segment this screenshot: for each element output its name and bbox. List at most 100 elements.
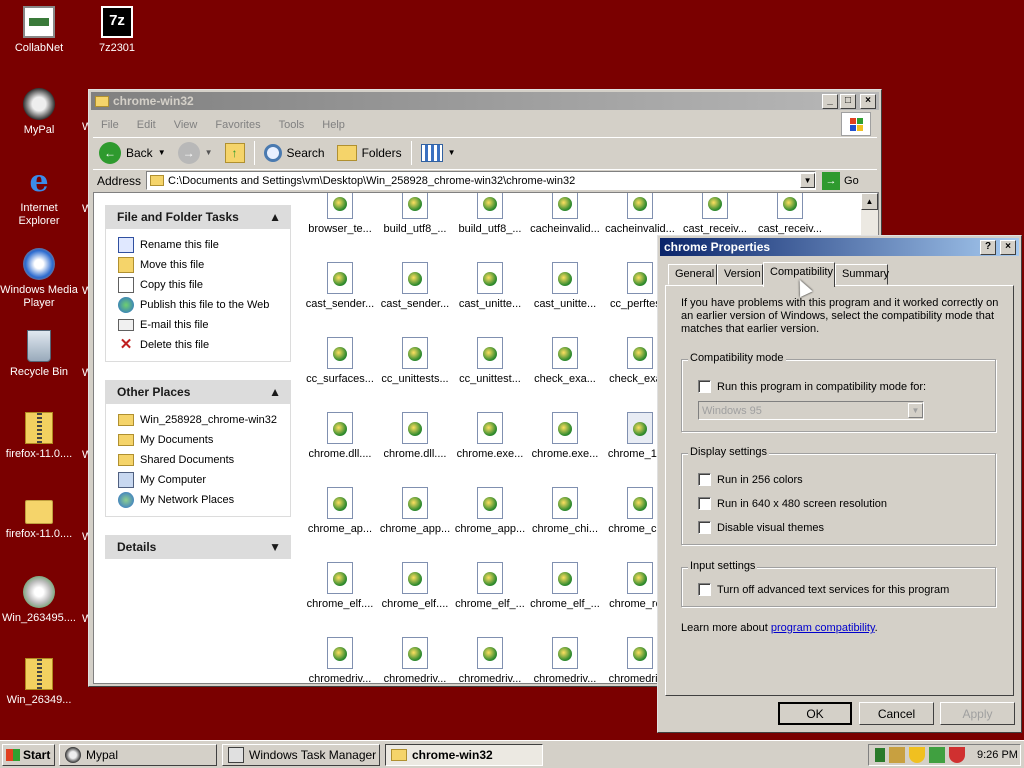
email-file-link[interactable]: E-mail this file xyxy=(118,315,290,335)
taskbar-item-chrome-win32[interactable]: chrome-win32 xyxy=(385,744,543,766)
address-field[interactable]: C:\Documents and Settings\vm\Desktop\Win… xyxy=(146,171,817,190)
file-item[interactable]: chrome.exe... xyxy=(528,412,602,460)
program-compatibility-link[interactable]: program compatibility xyxy=(771,622,875,634)
maximize-button[interactable]: □ xyxy=(840,94,856,109)
chevron-down-icon[interactable]: ▼ xyxy=(205,148,213,157)
file-item[interactable]: chrome.dll.... xyxy=(378,412,452,460)
display-option-row[interactable]: Run in 640 x 480 screen resolution xyxy=(698,497,887,510)
expand-chevron-icon[interactable]: ▼ xyxy=(269,540,281,554)
file-item[interactable]: chrome_ap... xyxy=(303,487,377,535)
search-button[interactable]: Search xyxy=(258,138,331,168)
chevron-down-icon[interactable]: ▼ xyxy=(158,148,166,157)
display-option-row[interactable]: Disable visual themes xyxy=(698,521,824,534)
file-item[interactable]: chromedriv... xyxy=(378,637,452,683)
collapse-chevron-icon[interactable]: ▲ xyxy=(269,385,281,399)
place-link[interactable]: My Network Places xyxy=(118,490,290,510)
file-item[interactable]: cc_surfaces... xyxy=(303,337,377,385)
file-item[interactable]: cast_receiv... xyxy=(678,193,752,235)
menu-edit[interactable]: Edit xyxy=(137,119,156,131)
file-item[interactable]: cacheinvalid... xyxy=(528,193,602,235)
help-button[interactable]: ? xyxy=(980,240,996,255)
file-item[interactable]: check_exa... xyxy=(528,337,602,385)
chevron-down-icon[interactable]: ▼ xyxy=(448,148,456,157)
explorer-title-bar[interactable]: chrome-win32 _ □ × xyxy=(91,92,879,110)
taskbar-item-task-manager[interactable]: Windows Task Manager xyxy=(222,744,380,766)
file-item[interactable]: cast_unitte... xyxy=(453,262,527,310)
display-option-row[interactable]: Run in 256 colors xyxy=(698,473,803,486)
place-link[interactable]: Shared Documents xyxy=(118,450,290,470)
delete-file-link[interactable]: ✕ Delete this file xyxy=(118,335,290,355)
file-item[interactable]: chrome.dll.... xyxy=(303,412,377,460)
close-button[interactable]: × xyxy=(1000,240,1016,255)
publish-web-link[interactable]: Publish this file to the Web xyxy=(118,295,290,315)
address-dropdown-button[interactable]: ▼ xyxy=(800,173,816,188)
desktop-icon-win263495-installer[interactable]: Win_263495.... xyxy=(0,576,78,625)
views-button[interactable]: ▼ xyxy=(415,138,462,168)
file-item[interactable]: cast_receiv... xyxy=(753,193,827,235)
file-item[interactable]: cacheinvalid... xyxy=(603,193,677,235)
file-item[interactable]: chrome_app... xyxy=(378,487,452,535)
file-item[interactable]: chromedriv... xyxy=(303,637,377,683)
file-item[interactable]: build_utf8_... xyxy=(453,193,527,235)
tab-summary[interactable]: Summary xyxy=(835,264,889,285)
panel-header[interactable]: Other Places ▲ xyxy=(105,380,291,404)
file-item[interactable]: chrome_elf_... xyxy=(528,562,602,610)
file-item[interactable]: browser_te... xyxy=(303,193,377,235)
desktop-icon-collabnet[interactable]: CollabNet xyxy=(0,6,78,55)
network-tray-icon[interactable] xyxy=(875,748,885,762)
desktop-icon-mypal[interactable]: MyPal xyxy=(0,88,78,137)
copy-file-link[interactable]: Copy this file xyxy=(118,275,290,295)
connection-tray-icon[interactable] xyxy=(929,747,945,763)
tab-general[interactable]: General xyxy=(668,264,717,285)
panel-header[interactable]: File and Folder Tasks ▲ xyxy=(105,205,291,229)
file-item[interactable]: chromedriv... xyxy=(528,637,602,683)
speaker-tray-icon[interactable] xyxy=(889,747,905,763)
apply-button[interactable]: Apply xyxy=(940,702,1015,725)
file-item[interactable]: chrome_elf.... xyxy=(378,562,452,610)
place-link[interactable]: Win_258928_chrome-win32 xyxy=(118,410,290,430)
shield-tray-icon[interactable] xyxy=(909,747,925,763)
file-item[interactable]: chrome_elf.... xyxy=(303,562,377,610)
up-folder-button[interactable]: ↑ xyxy=(219,138,251,168)
256-colors-checkbox[interactable] xyxy=(698,473,711,486)
file-item[interactable]: chromedriv... xyxy=(453,637,527,683)
close-button[interactable]: × xyxy=(860,94,876,109)
text-services-checkbox[interactable] xyxy=(698,583,711,596)
file-item[interactable]: cc_unittests... xyxy=(378,337,452,385)
menu-favorites[interactable]: Favorites xyxy=(215,119,260,131)
file-item[interactable]: chrome_elf_... xyxy=(453,562,527,610)
file-item[interactable]: build_utf8_... xyxy=(378,193,452,235)
security-tray-icon[interactable] xyxy=(949,747,965,763)
dialog-title-bar[interactable]: chrome Properties ? × xyxy=(660,238,1019,256)
back-button[interactable]: ← Back ▼ xyxy=(93,138,172,168)
ok-button[interactable]: OK xyxy=(778,702,852,725)
forward-button[interactable]: → ▼ xyxy=(172,138,219,168)
file-item[interactable]: chrome_app... xyxy=(453,487,527,535)
desktop-icon-recycle-bin[interactable]: Recycle Bin xyxy=(0,330,78,379)
desktop-icon-internet-explorer[interactable]: e Internet Explorer xyxy=(0,166,78,228)
desktop-icon-win26349-zip[interactable]: Win_26349... xyxy=(0,658,78,707)
go-button[interactable]: → Go xyxy=(822,171,859,190)
file-item[interactable]: cast_unitte... xyxy=(528,262,602,310)
file-item[interactable]: chrome_chi... xyxy=(528,487,602,535)
minimize-button[interactable]: _ xyxy=(822,94,838,109)
disable-themes-checkbox[interactable] xyxy=(698,521,711,534)
start-button[interactable]: Start xyxy=(2,744,55,766)
menu-view[interactable]: View xyxy=(174,119,198,131)
menu-help[interactable]: Help xyxy=(322,119,345,131)
compat-mode-checkbox-row[interactable]: Run this program in compatibility mode f… xyxy=(698,380,926,393)
chevron-down-icon[interactable]: ▼ xyxy=(908,403,923,418)
desktop-icon-7z2301[interactable]: 7z 7z2301 xyxy=(78,6,156,55)
menu-file[interactable]: File xyxy=(101,119,119,131)
file-item[interactable]: cast_sender... xyxy=(378,262,452,310)
folders-button[interactable]: Folders xyxy=(331,138,408,168)
move-file-link[interactable]: Move this file xyxy=(118,255,290,275)
rename-file-link[interactable]: Rename this file xyxy=(118,235,290,255)
tab-version[interactable]: Version xyxy=(717,264,763,285)
desktop-icon-firefox-zip[interactable]: firefox-11.0.... xyxy=(0,412,78,461)
place-link[interactable]: My Documents xyxy=(118,430,290,450)
scroll-up-button[interactable]: ▲ xyxy=(861,193,878,210)
taskbar-item-mypal[interactable]: Mypal xyxy=(59,744,217,766)
640x480-checkbox[interactable] xyxy=(698,497,711,510)
file-item[interactable]: chrome.exe... xyxy=(453,412,527,460)
